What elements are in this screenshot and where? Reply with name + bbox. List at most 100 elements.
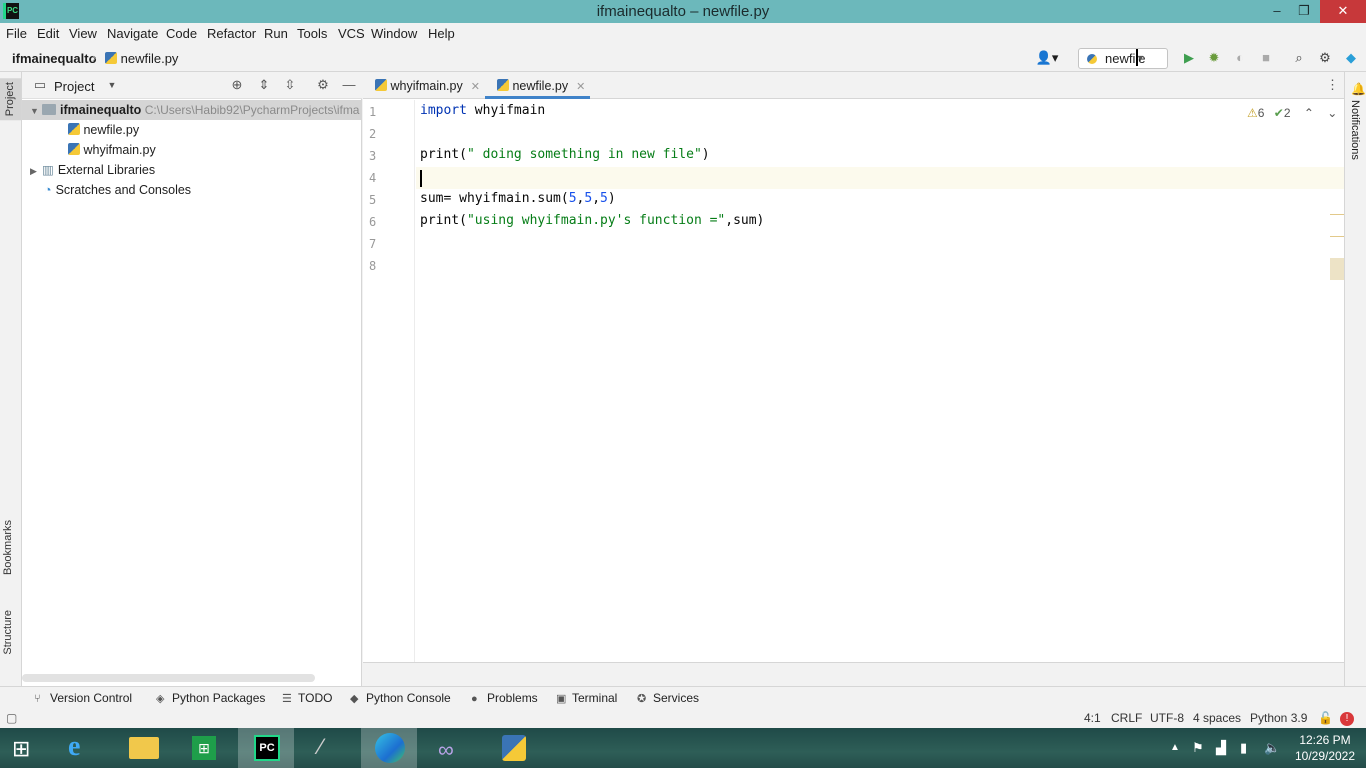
breadcrumb-project[interactable]: ifmainequalto xyxy=(12,51,97,66)
code-line-1[interactable]: import whyifmain xyxy=(420,103,545,118)
stop-icon[interactable]: ■ xyxy=(1258,50,1274,66)
menu-edit[interactable]: Edit xyxy=(37,26,59,41)
collapse-all-icon[interactable]: ⇳ xyxy=(282,77,298,93)
project-panel-title[interactable]: Project xyxy=(54,79,94,94)
close-tab-icon[interactable]: ✕ xyxy=(471,81,480,93)
project-horizontal-scrollbar[interactable] xyxy=(22,674,315,682)
tool-problems[interactable]: ● Problems xyxy=(471,691,538,705)
next-highlight-icon[interactable]: ⌄ xyxy=(1327,106,1337,120)
debug-icon[interactable]: ✹ xyxy=(1206,50,1222,66)
previous-highlight-icon[interactable]: ⌃ xyxy=(1304,106,1314,120)
internet-explorer-icon[interactable]: e xyxy=(54,728,110,768)
system-clock[interactable]: 12:26 PM 10/29/2022 xyxy=(1290,732,1360,764)
python-interpreter[interactable]: Python 3.9 xyxy=(1250,711,1307,725)
tool-version-control[interactable]: ⑂ Version Control xyxy=(34,691,132,705)
close-tab-icon[interactable]: ✕ xyxy=(576,81,585,93)
user-icon[interactable]: 👤▾ xyxy=(1034,50,1060,66)
volume-icon[interactable]: 🔈 xyxy=(1264,740,1280,756)
coverage-icon[interactable]: ◐ xyxy=(1232,50,1248,66)
more-tabs-icon[interactable]: ⋮ xyxy=(1326,77,1339,93)
network-icon[interactable]: ▟ xyxy=(1216,740,1226,756)
project-view-icon: ▭ xyxy=(33,77,47,92)
tool-python-packages[interactable]: ◈ Python Packages xyxy=(156,691,265,705)
project-tool-tab[interactable]: Project xyxy=(0,78,21,121)
menu-refactor[interactable]: Refactor xyxy=(207,26,256,41)
weak-warning-count: 2 xyxy=(1283,106,1291,120)
tree-row-scratches[interactable]: ◔ Scratches and Consoles xyxy=(44,180,191,200)
battery-icon[interactable]: ▮ xyxy=(1240,740,1247,756)
tab-whyifmain[interactable]: whyifmain.py ✕ xyxy=(363,72,485,99)
list-icon: ☰ xyxy=(282,693,292,705)
structure-tool-tab[interactable]: Structure xyxy=(2,610,14,655)
menu-vcs[interactable]: VCS xyxy=(338,26,365,41)
search-icon[interactable]: ⌕ xyxy=(1291,50,1307,66)
code-text: ,sum) xyxy=(725,213,765,228)
locate-icon[interactable]: ⊕ xyxy=(229,77,245,93)
python-idle-icon[interactable] xyxy=(486,728,542,768)
menu-navigate[interactable]: Navigate xyxy=(107,26,158,41)
hide-panel-icon[interactable]: — xyxy=(341,77,357,93)
windows-start-icon[interactable]: ⊞ xyxy=(0,728,56,768)
run-icon[interactable]: ▶ xyxy=(1181,50,1197,66)
jetbrains-ai-icon[interactable]: ◆ xyxy=(1343,50,1359,66)
scroll-thumb[interactable] xyxy=(1330,258,1344,280)
line-number: 5 xyxy=(369,193,377,207)
tool-terminal[interactable]: ▣ Terminal xyxy=(556,691,617,705)
menu-run[interactable]: Run xyxy=(264,26,288,41)
chevron-down-icon: ▼ xyxy=(1136,49,1145,66)
menu-file[interactable]: File xyxy=(6,26,27,41)
tree-row-newfile[interactable]: newfile.py xyxy=(68,120,139,140)
line-number: 2 xyxy=(369,127,377,141)
bookmarks-tool-tab[interactable]: Bookmarks xyxy=(2,520,14,575)
line-separator[interactable]: CRLF xyxy=(1111,711,1142,725)
close-button[interactable]: ✕ xyxy=(1320,0,1366,23)
menu-window[interactable]: Window xyxy=(371,26,417,41)
number-literal: 5 xyxy=(568,191,577,206)
tool-python-console[interactable]: ◆ Python Console xyxy=(350,691,451,705)
tree-row-external-libraries[interactable]: ▶ ▥ External Libraries xyxy=(30,160,155,180)
menu-tools[interactable]: Tools xyxy=(297,26,327,41)
lock-icon[interactable]: 🔓 xyxy=(1318,711,1333,725)
error-icon[interactable]: ! xyxy=(1340,712,1354,726)
run-configuration-select[interactable]: newfile ▼ xyxy=(1078,48,1168,69)
edge-icon[interactable] xyxy=(361,728,417,768)
menu-help[interactable]: Help xyxy=(428,26,455,41)
menu-code[interactable]: Code xyxy=(166,26,197,41)
tool-services[interactable]: ✪ Services xyxy=(637,691,699,705)
maximize-button[interactable]: ❐ xyxy=(1287,0,1321,23)
tab-newfile[interactable]: newfile.py ✕ xyxy=(485,72,590,99)
pycharm-taskbar-icon[interactable]: PC xyxy=(238,728,294,768)
caret-position[interactable]: 4:1 xyxy=(1084,711,1101,725)
file-explorer-icon[interactable] xyxy=(115,728,171,768)
code-line-3[interactable]: print(" doing something in new file") xyxy=(420,147,710,162)
store-icon[interactable]: ⊞ xyxy=(176,728,232,768)
bell-icon[interactable]: 🔔 xyxy=(1351,82,1366,96)
folder-icon xyxy=(42,104,56,115)
breadcrumb-file[interactable]: newfile.py xyxy=(105,51,178,66)
code-line-6[interactable]: print("using whyifmain.py's function =",… xyxy=(420,213,764,228)
inspection-widget[interactable]: ⚠6 ✔2 ⌃ ⌄ xyxy=(1247,106,1337,120)
scroll-marker xyxy=(1330,214,1344,215)
indent-setting[interactable]: 4 spaces xyxy=(1193,711,1241,725)
gear-icon[interactable]: ⚙ xyxy=(315,77,331,93)
expand-all-icon[interactable]: ⇕ xyxy=(256,77,272,93)
string-literal: "using whyifmain.py's function =" xyxy=(466,213,726,228)
tool-todo[interactable]: ☰ TODO xyxy=(282,691,332,705)
show-hidden-icons-icon[interactable]: ▲ xyxy=(1170,742,1180,753)
gear-icon[interactable]: ⚙ xyxy=(1317,50,1333,66)
chevron-down-icon[interactable]: ▼ xyxy=(104,77,120,93)
tool-label: Python Console xyxy=(366,691,451,705)
menu-view[interactable]: View xyxy=(69,26,97,41)
packages-icon: ◈ xyxy=(156,693,165,705)
tree-row-project-root[interactable]: ▼ ifmainequalto C:\Users\Habib92\PycharmP… xyxy=(22,100,362,120)
file-encoding[interactable]: UTF-8 xyxy=(1150,711,1184,725)
notifications-tool-tab[interactable]: Notifications xyxy=(1349,100,1361,160)
project-panel-header: ▭ Project ▼ ⊕ ⇕ ⇳ ⚙ — xyxy=(22,72,362,99)
microphone-icon[interactable]: ⁄ xyxy=(299,728,355,768)
action-center-flag-icon[interactable]: ⚑ xyxy=(1192,740,1204,756)
warning-icon: ⚠ xyxy=(1247,106,1258,120)
tree-row-whyifmain[interactable]: whyifmain.py xyxy=(68,140,156,160)
toggle-tool-windows-icon[interactable]: ▢ xyxy=(6,711,17,725)
visual-studio-icon[interactable]: ∞ xyxy=(424,728,480,768)
code-line-5[interactable]: sum= whyifmain.sum(5,5,5) xyxy=(420,191,616,206)
